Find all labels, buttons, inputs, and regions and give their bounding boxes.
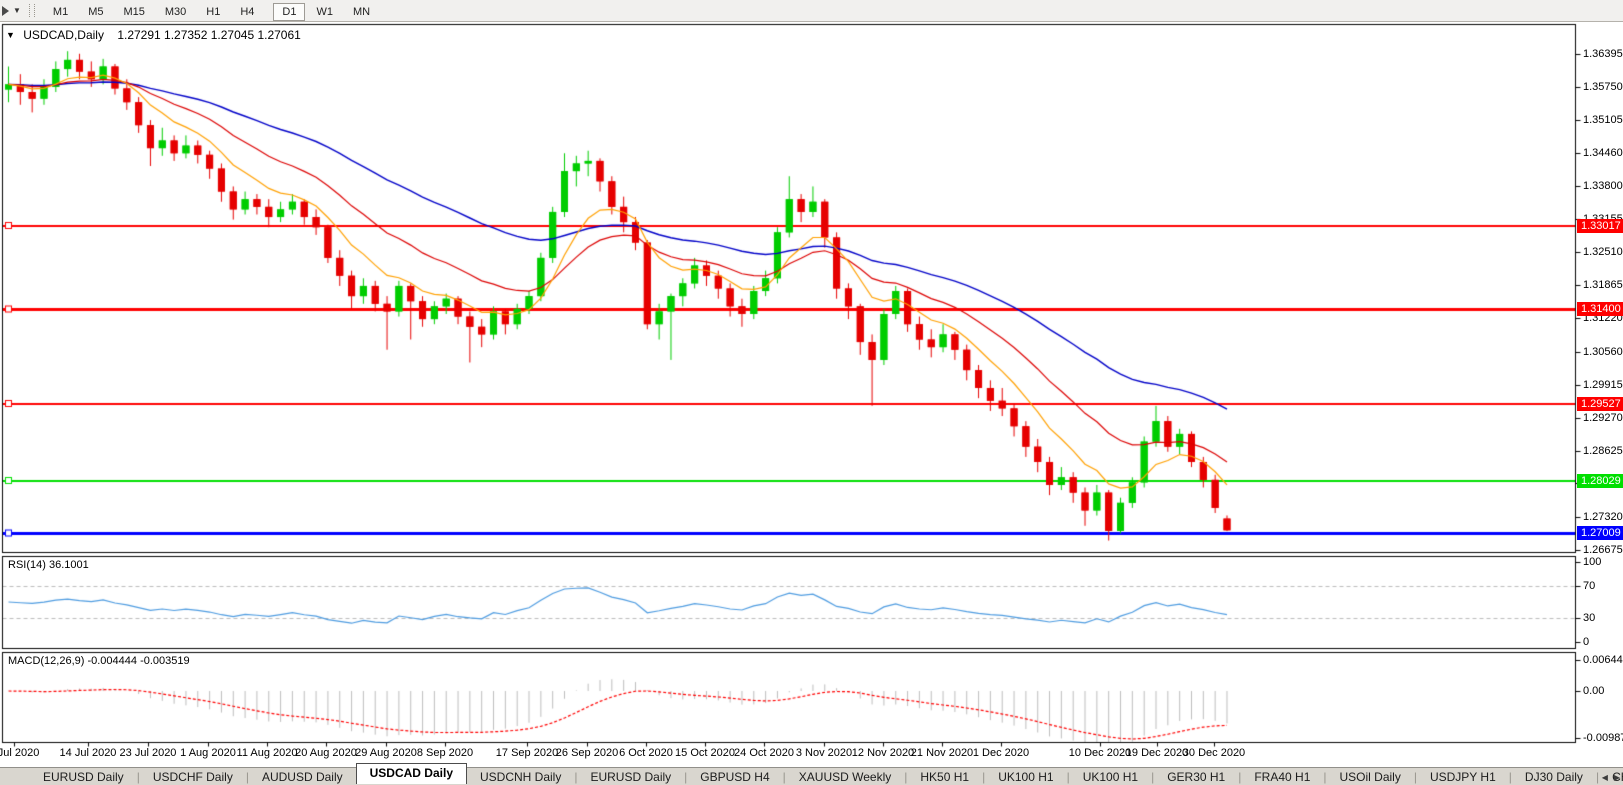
price-line-badge: 1.31400 bbox=[1577, 302, 1623, 316]
price-axis-label: 1.34460 bbox=[1583, 147, 1623, 159]
macd-axis-label: 0.006444 bbox=[1583, 654, 1623, 666]
rsi-axis-label: 100 bbox=[1583, 556, 1601, 568]
tab-ger30-h1[interactable]: GER30 H1 bbox=[1154, 770, 1238, 784]
toolbar-grip[interactable] bbox=[29, 4, 35, 17]
chevron-down-icon[interactable]: ▼ bbox=[13, 6, 21, 15]
chart-title: ▼ USDCAD,Daily 1.27291 1.27352 1.27045 1… bbox=[6, 28, 301, 42]
timeframe-button-w1[interactable]: W1 bbox=[307, 3, 342, 21]
price-line-badge: 1.28029 bbox=[1577, 474, 1623, 488]
tab-usoil-daily[interactable]: USOil Daily bbox=[1327, 770, 1414, 784]
date-axis-label: 8 Sep 2020 bbox=[400, 747, 490, 759]
chart-tabs: EURUSD Daily|USDCHF Daily|AUDUSD DailyUS… bbox=[30, 766, 1623, 785]
price-line-badge: 1.27009 bbox=[1577, 526, 1623, 540]
macd-axis-label: 0.00 bbox=[1583, 685, 1604, 697]
chevron-left-icon[interactable]: ◀ bbox=[1602, 773, 1608, 782]
price-axis-label: 1.29270 bbox=[1583, 412, 1623, 424]
tab-eurusd-daily[interactable]: EURUSD Daily bbox=[577, 770, 684, 784]
tab-usdcnh-daily[interactable]: USDCNH Daily bbox=[467, 770, 574, 784]
price-axis-label: 1.31865 bbox=[1583, 279, 1623, 291]
mt4-window: ▼ M1M5M15M30H1H4 D1W1MN ▼ USDCAD,Daily 1.… bbox=[0, 0, 1623, 785]
tab-scroll-arrows: ◀ ▶ bbox=[1602, 773, 1620, 782]
date-axis-label: 30 Dec 2020 bbox=[1169, 747, 1259, 759]
chart-symbol-period: USDCAD,Daily bbox=[23, 28, 104, 42]
tab-uk100-h1[interactable]: UK100 H1 bbox=[1070, 770, 1151, 784]
macd-indicator-label: MACD(12,26,9) -0.004444 -0.003519 bbox=[8, 655, 190, 667]
timeframe-buttons: M1M5M15M30H1H4 D1W1MN bbox=[43, 2, 380, 20]
tab-gbpusd-h4[interactable]: GBPUSD H4 bbox=[687, 770, 782, 784]
price-axis-label: 1.36395 bbox=[1583, 48, 1623, 60]
timeframe-button-h4[interactable]: H4 bbox=[231, 3, 263, 21]
timeframe-button-d1[interactable]: D1 bbox=[273, 3, 305, 21]
price-axis-label: 1.32510 bbox=[1583, 246, 1623, 258]
date-axis-label: 1 Dec 2020 bbox=[956, 747, 1046, 759]
rsi-axis-label: 0 bbox=[1583, 636, 1589, 648]
timeframe-button-h1[interactable]: H1 bbox=[197, 3, 229, 21]
timeframe-button-m30[interactable]: M30 bbox=[156, 3, 195, 21]
tab-fra40-h1[interactable]: FRA40 H1 bbox=[1241, 770, 1323, 784]
timeframe-button-mn[interactable]: MN bbox=[344, 3, 379, 21]
chevron-right-icon[interactable]: ▶ bbox=[1614, 773, 1620, 782]
rsi-axis-label: 70 bbox=[1583, 580, 1595, 592]
tab-dj30-daily[interactable]: DJ30 Daily bbox=[1512, 770, 1596, 784]
price-axis-label: 1.28625 bbox=[1583, 445, 1623, 457]
tab-xauusd-weekly[interactable]: XAUUSD Weekly bbox=[786, 770, 904, 784]
rsi-axis-label: 30 bbox=[1583, 612, 1595, 624]
pointer-tool-icon[interactable] bbox=[2, 6, 9, 16]
timeframe-button-m15[interactable]: M15 bbox=[114, 3, 153, 21]
tab-uk100-h1[interactable]: UK100 H1 bbox=[985, 770, 1066, 784]
timeframe-button-m5[interactable]: M5 bbox=[79, 3, 112, 21]
price-axis-label: 1.29915 bbox=[1583, 379, 1623, 391]
rsi-indicator-label: RSI(14) 36.1001 bbox=[8, 559, 89, 571]
tab-usdjpy-h1[interactable]: USDJPY H1 bbox=[1417, 770, 1509, 784]
price-line-badge: 1.29527 bbox=[1577, 397, 1623, 411]
tab-audusd-daily[interactable]: AUDUSD Daily bbox=[249, 770, 356, 784]
price-axis-label: 1.35105 bbox=[1583, 114, 1623, 126]
tab-usdchf-daily[interactable]: USDCHF Daily bbox=[140, 770, 246, 784]
price-chart-canvas[interactable] bbox=[0, 0, 1623, 785]
timeframe-button-m1[interactable]: M1 bbox=[44, 3, 77, 21]
chart-menu-triangle-icon[interactable]: ▼ bbox=[6, 30, 15, 40]
tab-usdcad-daily[interactable]: USDCAD Daily bbox=[356, 763, 467, 784]
chart-ohlc-values: 1.27291 1.27352 1.27045 1.27061 bbox=[117, 28, 301, 42]
timeframe-toolbar: ▼ M1M5M15M30H1H4 D1W1MN bbox=[0, 0, 1623, 22]
price-axis-label: 1.26675 bbox=[1583, 544, 1623, 556]
tab-hk50-h1[interactable]: HK50 H1 bbox=[907, 770, 982, 784]
price-axis-label: 1.30560 bbox=[1583, 346, 1623, 358]
price-axis-label: 1.33800 bbox=[1583, 180, 1623, 192]
chart-tab-bar: EURUSD Daily|USDCHF Daily|AUDUSD DailyUS… bbox=[0, 767, 1623, 785]
price-axis-label: 1.35750 bbox=[1583, 81, 1623, 93]
price-line-badge: 1.33017 bbox=[1577, 219, 1623, 233]
tab-eurusd-daily[interactable]: EURUSD Daily bbox=[30, 770, 137, 784]
macd-axis-label: -0.009871 bbox=[1583, 732, 1623, 744]
price-axis-label: 1.27320 bbox=[1583, 511, 1623, 523]
